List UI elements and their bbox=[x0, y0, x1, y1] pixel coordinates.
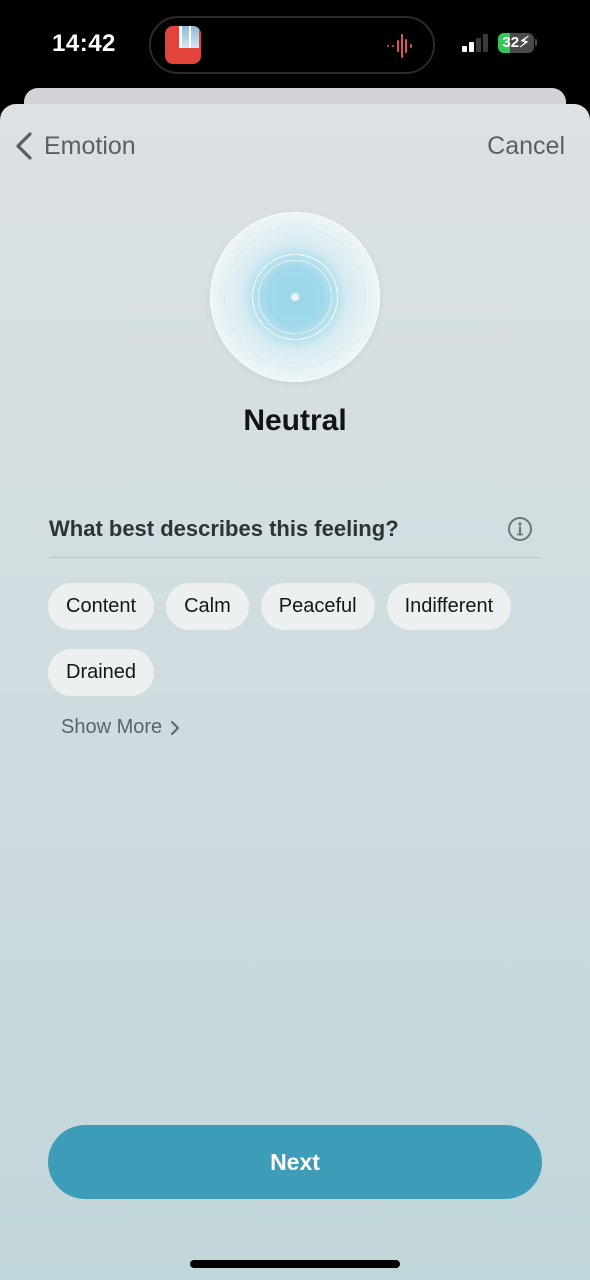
back-label: Emotion bbox=[44, 131, 136, 160]
chevron-left-icon bbox=[16, 132, 32, 160]
emotion-detail-sheet: Emotion Cancel Neutral What best describ… bbox=[0, 104, 590, 1280]
chip-peaceful[interactable]: Peaceful bbox=[260, 583, 375, 630]
status-bar: 14:42 32⚡︎ bbox=[0, 0, 590, 90]
chevron-right-icon bbox=[171, 720, 180, 735]
battery-level: 32 bbox=[502, 34, 520, 51]
emotion-orb bbox=[210, 212, 380, 382]
battery-tip bbox=[535, 39, 537, 46]
app-icon[interactable] bbox=[165, 26, 201, 64]
emotion-title: Neutral bbox=[243, 404, 347, 437]
recording-waveform-icon bbox=[387, 34, 417, 58]
cancel-button[interactable]: Cancel bbox=[487, 132, 565, 161]
clock: 14:42 bbox=[52, 30, 116, 57]
chip-content[interactable]: Content bbox=[48, 583, 155, 630]
question-header: What best describes this feeling? bbox=[49, 512, 541, 558]
charging-bolt-icon: ⚡︎ bbox=[519, 34, 530, 51]
battery-icon: 32⚡︎ bbox=[498, 33, 534, 53]
dynamic-island[interactable] bbox=[149, 16, 435, 74]
next-button[interactable]: Next bbox=[48, 1125, 542, 1199]
show-more-button[interactable]: Show More bbox=[61, 716, 180, 739]
back-button[interactable]: Emotion bbox=[12, 128, 136, 164]
chip-calm[interactable]: Calm bbox=[166, 583, 249, 630]
orb-center-dot bbox=[291, 293, 299, 301]
chip-drained[interactable]: Drained bbox=[48, 649, 155, 696]
home-indicator[interactable] bbox=[190, 1260, 400, 1268]
show-more-label: Show More bbox=[61, 716, 163, 738]
chip-indifferent[interactable]: Indifferent bbox=[386, 583, 512, 630]
feeling-chips: Content Calm Peaceful Indifferent Draine… bbox=[48, 583, 548, 696]
cellular-signal-icon bbox=[462, 34, 490, 52]
info-icon[interactable] bbox=[507, 516, 533, 542]
question-text: What best describes this feeling? bbox=[49, 516, 399, 541]
